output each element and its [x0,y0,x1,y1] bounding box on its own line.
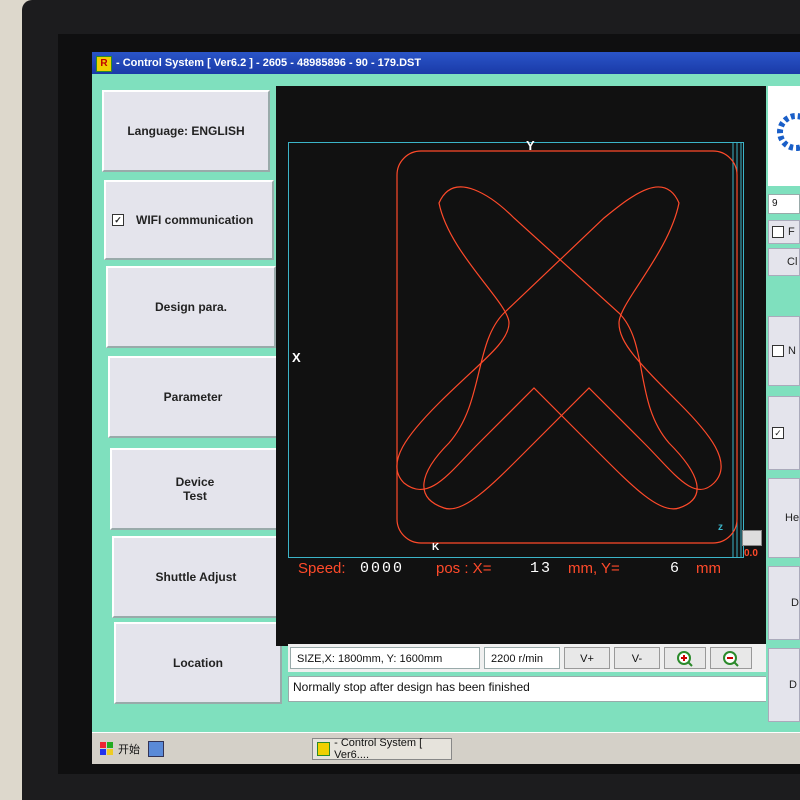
windows-logo-icon [100,742,113,755]
zoom-out-icon [723,651,739,667]
brand-logo [768,86,800,186]
parameter-button[interactable]: Parameter [108,356,278,438]
right-panel: 9 F Cl N ✓ He D D [766,86,800,726]
start-button[interactable]: 开始 [100,739,140,759]
design-path [396,150,738,544]
taskbar-app-button[interactable]: - Control System [ Ver6.... [312,737,452,761]
marker-k: K [432,542,440,553]
right-item-f-label: F [788,226,795,238]
plot-frame [288,142,744,558]
zoom-out-button[interactable] [710,647,752,669]
pos-y-value: 6 [670,560,682,577]
device-test-label: Device Test [175,475,215,503]
speed-up-button[interactable]: V+ [564,647,610,669]
quicklaunch-icon[interactable] [148,741,164,757]
wifi-checkbox[interactable]: ✓ [112,214,124,226]
right-checkbox-n[interactable] [772,345,784,357]
taskbar-app-icon [317,742,331,756]
pos-label: pos : X= [436,560,492,577]
speed-value: 0000 [360,560,405,577]
right-item-d2[interactable]: D [768,648,800,722]
right-item-d2-label: D [789,679,797,691]
device-test-button[interactable]: Device Test [110,448,280,530]
location-label: Location [173,656,223,670]
corner-value: 0.0 [744,548,758,559]
language-button[interactable]: Language: ENGLISH [102,90,270,172]
right-item-d1[interactable]: D [768,566,800,640]
gear-logo-icon [777,113,800,151]
location-button[interactable]: Location [114,622,282,704]
right-item-f[interactable]: F [768,220,800,244]
right-item-cl[interactable]: Cl [768,248,800,276]
taskbar: 开始 - Control System [ Ver6.... [92,732,800,764]
path-loop-right [423,186,722,510]
wifi-label: WIFI communication [136,213,254,227]
x-unit-label: mm, Y= [568,560,620,577]
speed-down-button[interactable]: V- [614,647,660,669]
start-label: 开始 [118,744,140,756]
y-unit-label: mm [696,560,721,577]
right-checkbox-checked[interactable]: ✓ [772,427,784,439]
app-icon: R [96,56,112,72]
rpm-field: 2200 r/min [484,647,560,669]
taskbar-app-label: - Control System [ Ver6.... [334,737,423,761]
design-path-svg [396,143,742,557]
pos-x-value: 13 [530,560,553,577]
speed-label: Speed: [298,560,346,577]
shuttle-adjust-button[interactable]: Shuttle Adjust [112,536,280,618]
right-item-n-label: N [788,345,796,357]
right-item-n[interactable]: N [768,316,800,386]
right-item-checked[interactable]: ✓ [768,396,800,470]
right-item-he-label: He [785,512,800,524]
shuttle-adjust-label: Shuttle Adjust [155,570,237,584]
window-title: - Control System [ Ver6.2 ] - 2605 - 489… [116,57,422,69]
right-item-cl-label: Cl [787,256,798,268]
axis-y-label: Y [526,138,535,153]
window-titlebar[interactable]: R - Control System [ Ver6.2 ] - 2605 - 4… [92,52,800,74]
message-bar: Normally stop after design has been fini… [288,676,772,702]
screen: R - Control System [ Ver6.2 ] - 2605 - 4… [92,52,800,764]
zoom-in-button[interactable] [664,647,706,669]
design-para-label: Design para. [154,300,228,314]
language-label: Language: ENGLISH [127,124,245,138]
wifi-communication-toggle[interactable]: ✓ WIFI communication [104,180,274,260]
path-loop-left [396,186,698,510]
zoom-in-icon [677,651,693,667]
bottom-toolbar: SIZE,X: 1800mm, Y: 1600mm 2200 r/min V+ … [288,644,772,672]
size-field: SIZE,X: 1800mm, Y: 1600mm [290,647,480,669]
right-value-field[interactable]: 9 [768,194,800,214]
right-item-he[interactable]: He [768,478,800,558]
marker-z: z [718,522,723,533]
status-row: Speed: 0000 pos : X= 13 mm, Y= 6 mm [298,560,758,584]
parameter-label: Parameter [163,390,223,404]
right-checkbox-f[interactable] [772,226,784,238]
axis-x-label: X [292,350,301,365]
right-item-d1-label: D [791,597,799,609]
design-para-button[interactable]: Design para. [106,266,276,348]
list-icon[interactable] [742,530,762,546]
